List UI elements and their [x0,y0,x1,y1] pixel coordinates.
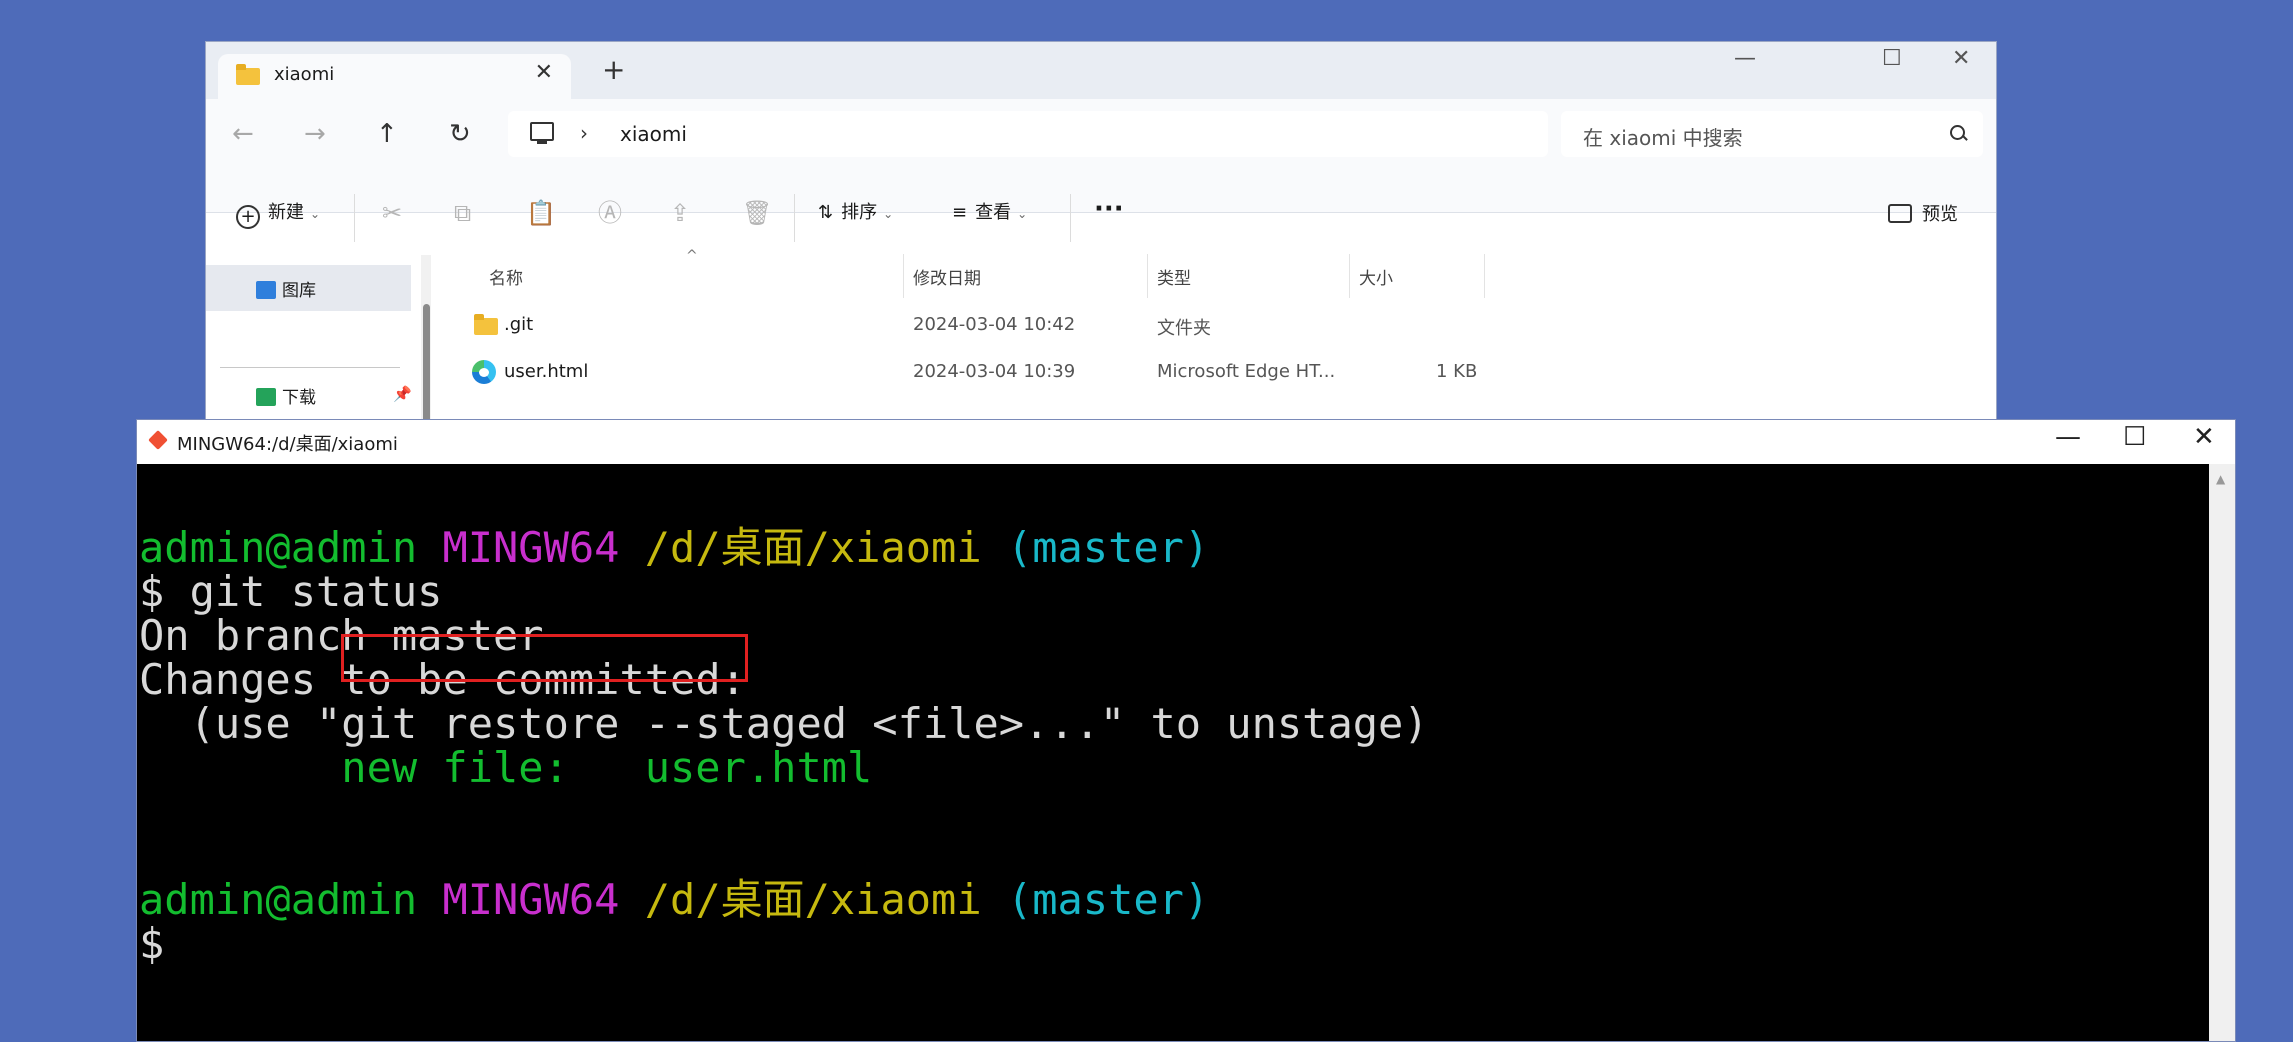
terminal-minimize-button[interactable]: — [2055,424,2081,450]
terminal-scrollbar[interactable]: ▲ [2209,464,2235,1041]
chevron-down-icon: ⌄ [1017,207,1028,221]
chevron-down-icon: ⌄ [883,207,894,221]
view-icon: ≡ [952,202,968,223]
maximize-button[interactable]: ☐ [1882,48,1902,70]
tab-close-icon[interactable]: ✕ [535,60,553,85]
prompt-line: admin@admin MINGW64 /d/桌面/xiaomi (master… [139,878,1209,922]
forward-arrow-icon[interactable]: → [304,121,326,147]
sort-icon: ⇅ [818,202,834,223]
this-pc-icon [530,122,554,144]
explorer-nav-bar: ← → ↑ ↻ › xiaomi 在 xiaomi 中搜索 + 新建 ⌄ ✂ ⧉ 📋… [206,99,1996,242]
copy-icon[interactable]: ⧉ [454,201,471,225]
column-header-size[interactable]: 大小 [1359,264,1393,289]
command-line: $ git status [139,567,443,616]
git-logo-icon [148,430,168,450]
sidebar-item-downloads[interactable]: 下载 [256,383,316,408]
toolbar-divider [1070,194,1071,242]
prompt-user: admin@admin [139,523,418,572]
share-icon[interactable]: ⇪ [670,201,690,225]
more-options-icon[interactable]: ··· [1094,196,1124,222]
prompt-path: /d/桌面/xiaomi [644,875,982,924]
column-divider[interactable] [1349,254,1350,298]
delete-icon[interactable]: 🗑 [742,201,772,225]
command-bar: + 新建 ⌄ ✂ ⧉ 📋 Ⓐ ⇪ 🗑 ⇅ 排序 ⌄ ≡ 查看 ⌄ ··· 预览 [206,174,1996,269]
search-box[interactable]: 在 xiaomi 中搜索 [1561,111,1983,157]
add-circle-icon: + [236,205,260,229]
refresh-icon[interactable]: ↻ [449,121,471,147]
column-divider[interactable] [903,254,904,298]
terminal-close-button[interactable]: ✕ [2193,424,2215,450]
prompt-line: admin@admin MINGW64 /d/桌面/xiaomi (master… [139,526,1209,570]
file-type: 文件夹 [1157,318,1211,339]
address-bar[interactable]: › xiaomi [508,111,1548,157]
view-button[interactable]: ≡ 查看 ⌄ [952,204,1027,222]
prompt-user: admin@admin [139,875,418,924]
folder-icon [236,64,260,85]
pin-icon[interactable]: 📌 [393,385,412,403]
sidebar-item-gallery[interactable]: 图库 [256,276,316,301]
rename-icon[interactable]: Ⓐ [598,201,622,225]
file-type: Microsoft Edge HT... [1157,361,1336,382]
close-button[interactable]: ✕ [1952,48,1970,70]
explorer-tab-xiaomi[interactable]: xiaomi ✕ [218,54,571,99]
image-icon [256,281,276,299]
explorer-tab-bar: xiaomi ✕ + — ☐ ✕ [206,42,1996,99]
toolbar-divider [794,194,795,242]
sort-ascending-icon: ^ [686,248,698,264]
file-date: 2024-03-04 10:42 [913,314,1076,335]
prompt-env: MINGW64 [442,523,620,572]
column-header-date[interactable]: 修改日期 [913,264,981,289]
toolbar-divider [354,194,355,242]
scroll-up-arrow-icon[interactable]: ▲ [2216,472,2225,486]
search-icon[interactable] [1950,125,1965,140]
breadcrumb-xiaomi[interactable]: xiaomi [620,122,687,146]
download-icon [256,388,276,406]
input-prompt-line[interactable]: $ [139,922,164,966]
new-button[interactable]: + 新建 ⌄ [236,204,320,229]
output-newfile-line: new file: user.html [139,743,873,792]
terminal-maximize-button[interactable]: ☐ [2123,424,2146,450]
prompt-path: /d/桌面/xiaomi [644,523,982,572]
new-tab-button[interactable]: + [602,56,625,84]
terminal-title-bar[interactable]: MINGW64:/d/桌面/xiaomi — ☐ ✕ [137,420,2235,464]
breadcrumb-chevron-icon[interactable]: › [580,121,588,145]
output-hint-line: (use "git restore --staged <file>..." to… [139,699,1429,748]
column-header-type[interactable]: 类型 [1157,264,1191,289]
terminal-title: MINGW64:/d/桌面/xiaomi [177,434,398,455]
file-name[interactable]: user.html [504,361,588,382]
file-date: 2024-03-04 10:39 [913,361,1076,382]
file-name[interactable]: .git [504,314,533,335]
folder-icon [474,314,498,335]
sort-button[interactable]: ⇅ 排序 ⌄ [818,204,893,222]
git-bash-terminal-window[interactable]: MINGW64:/d/桌面/xiaomi — ☐ ✕ admin@admin M… [136,419,2236,1042]
prompt-branch: (master) [1006,523,1210,572]
prompt-branch: (master) [1006,875,1210,924]
chevron-down-icon: ⌄ [310,207,321,221]
minimize-button[interactable]: — [1734,48,1756,70]
column-header-name[interactable]: 名称 [489,264,523,289]
prompt-env: MINGW64 [442,875,620,924]
search-placeholder: 在 xiaomi 中搜索 [1583,126,1743,150]
terminal-output[interactable]: admin@admin MINGW64 /d/桌面/xiaomi (master… [137,464,2209,1041]
file-size: 1 KB [1436,361,1478,382]
column-divider[interactable] [1484,254,1485,298]
preview-button[interactable]: 预览 [1888,204,1958,224]
file-explorer-window: xiaomi ✕ + — ☐ ✕ ← → ↑ ↻ › xiaomi 在 xiao… [205,41,1997,471]
cut-icon[interactable]: ✂ [382,201,402,225]
back-arrow-icon[interactable]: ← [232,121,254,147]
paste-icon[interactable]: 📋 [526,201,556,225]
red-highlight-box [341,634,748,682]
sidebar-divider [220,367,400,368]
edge-icon [472,360,496,384]
tab-title: xiaomi [274,64,335,85]
column-divider[interactable] [1147,254,1148,298]
preview-pane-icon [1888,204,1912,223]
up-arrow-icon[interactable]: ↑ [376,121,398,147]
